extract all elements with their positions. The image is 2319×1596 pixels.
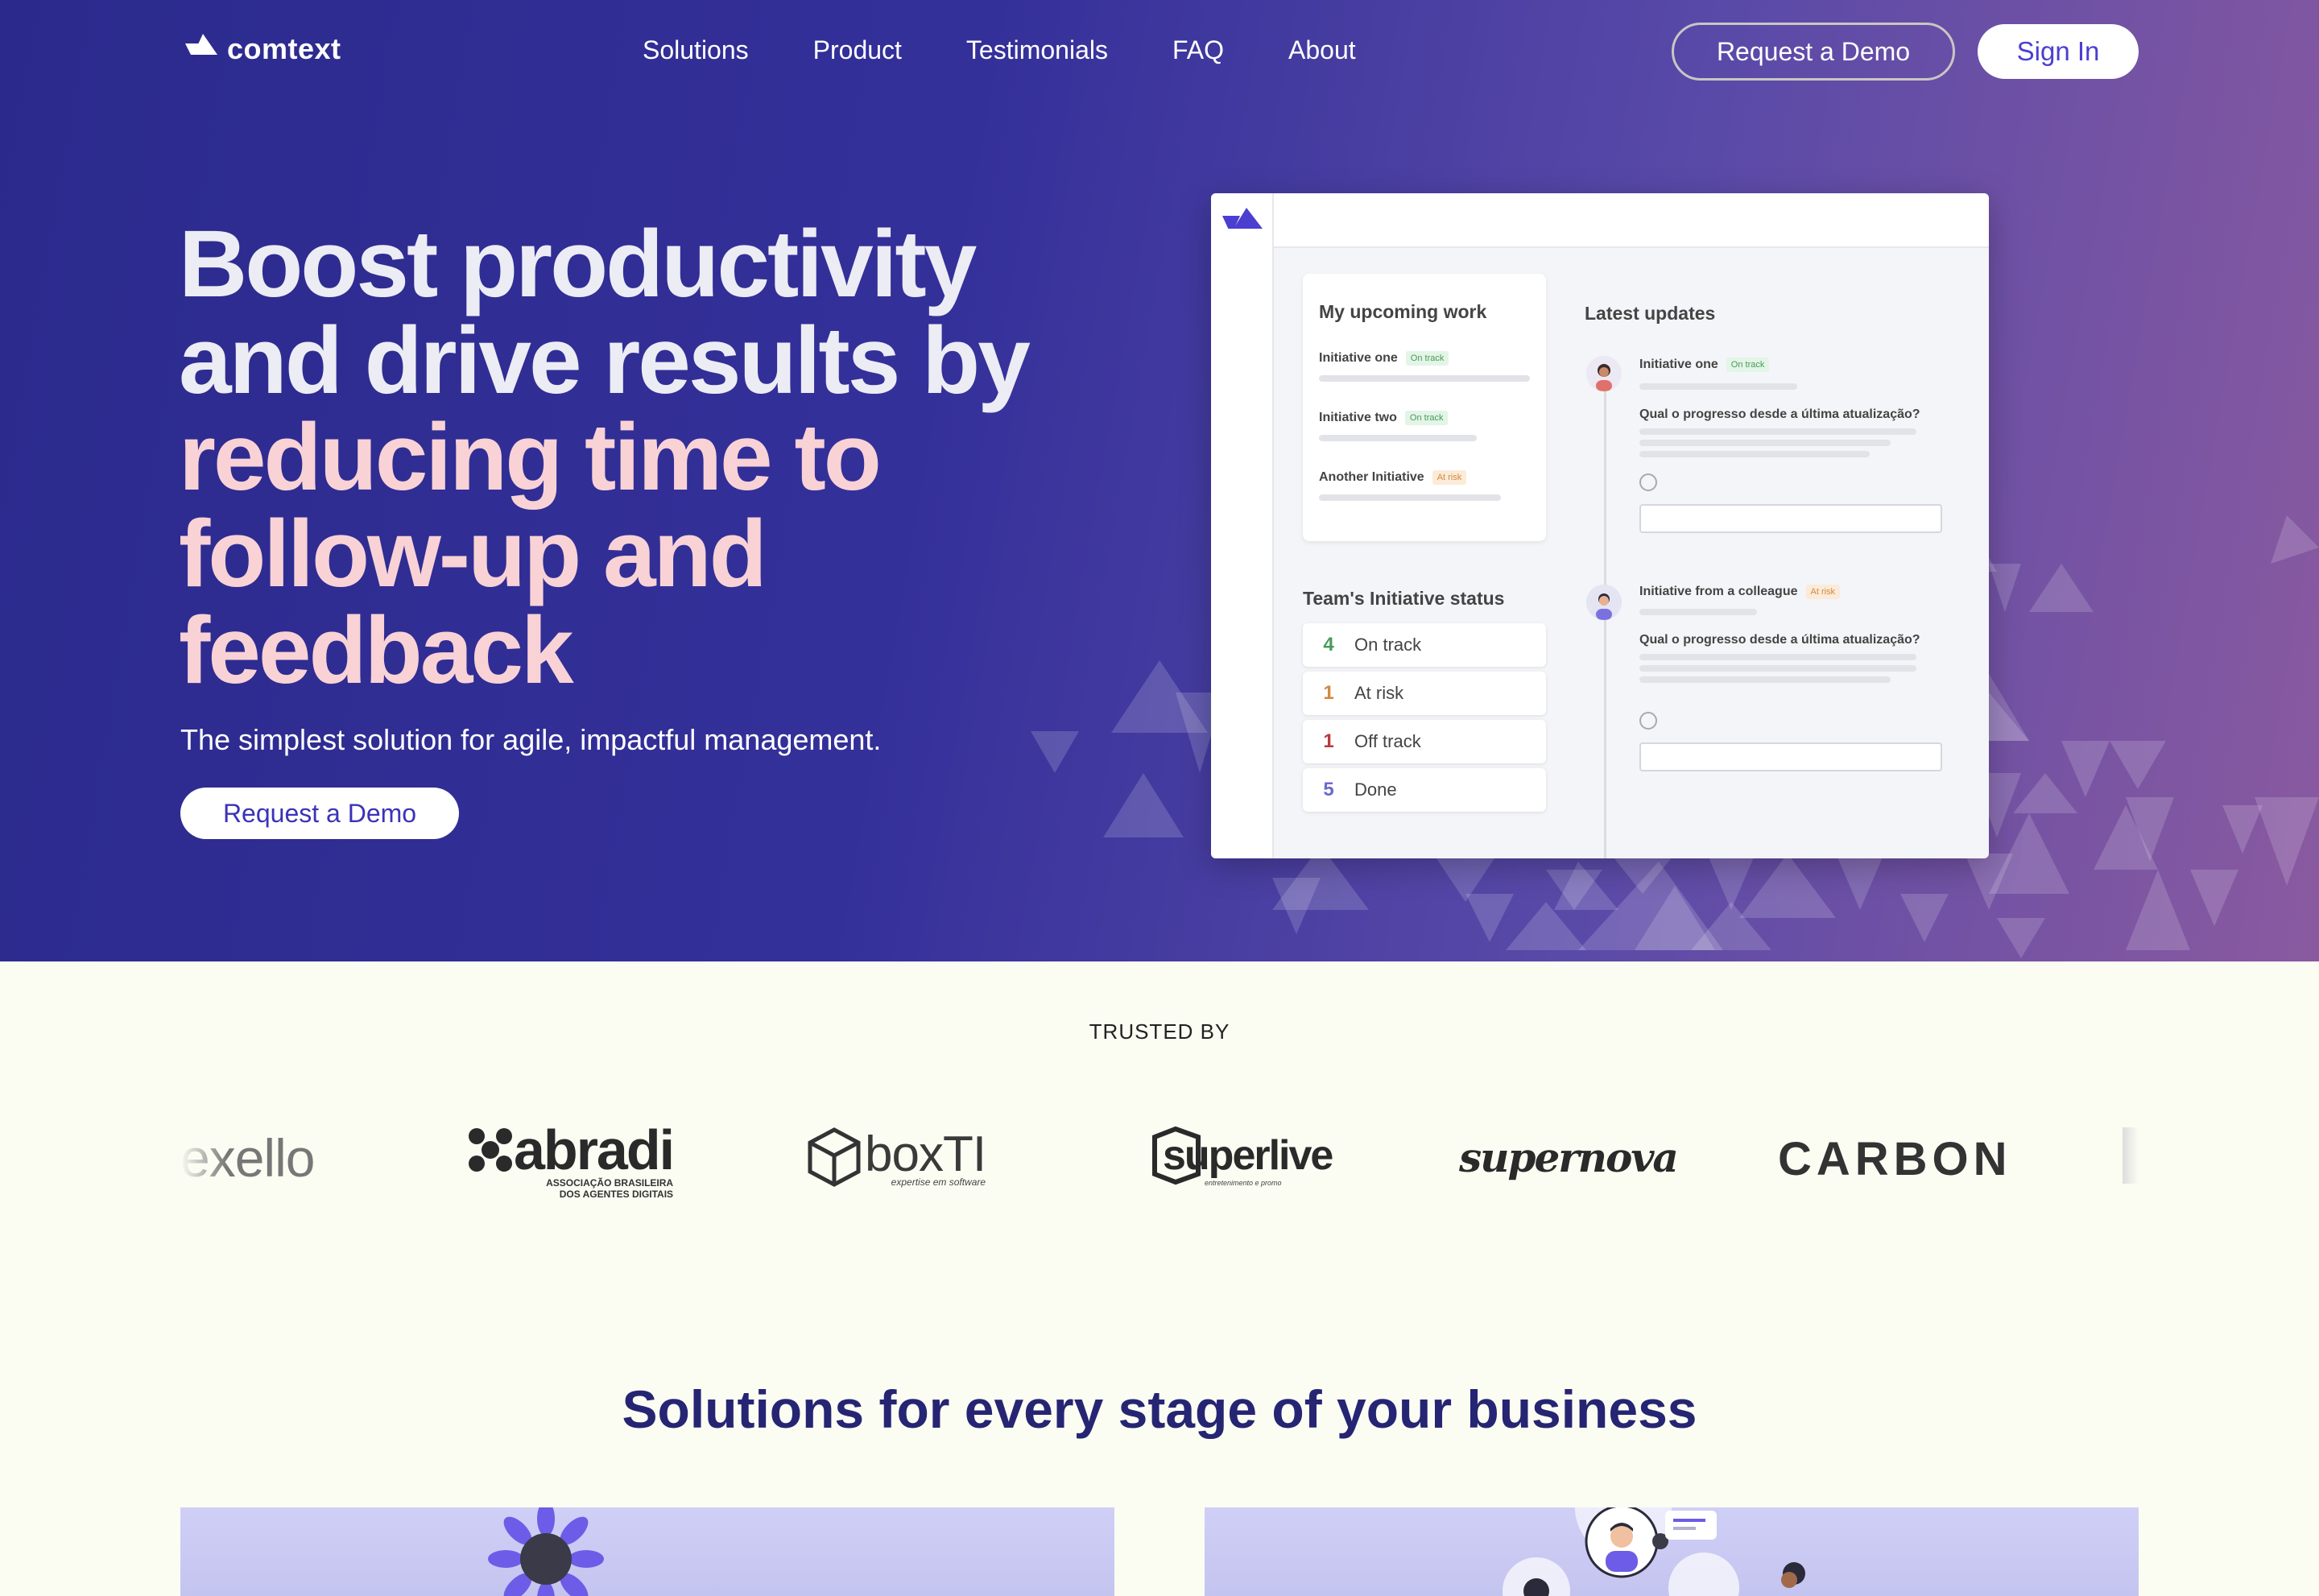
headline-line-3: reducing time to [179,404,882,511]
abradi-tagline-1: ASSOCIAÇÃO BRASILEIRA [546,1177,674,1189]
exello-logo: exello [180,1128,315,1188]
superlive-tagline: entretenimento e promo [1205,1179,1282,1187]
solutions-title: Solutions for every stage of your busine… [622,1379,1697,1439]
status-count: 5 [1323,779,1334,800]
top-nav: comtext Solutions Product Testimonials F… [0,0,2319,105]
upcoming-work-title: My upcoming work [1319,301,1487,322]
team-status-row[interactable]: 1 At risk [1303,672,1546,715]
update-question: Qual o progresso desde a última atualiza… [1639,633,1920,647]
team-status-row[interactable]: 4 On track [1303,623,1546,667]
nav-link-solutions[interactable]: Solutions [643,35,749,65]
superlive-wordmark: superlive [1163,1132,1333,1179]
user-avatar [1586,356,1622,391]
sign-in-button[interactable]: Sign In [1978,24,2139,79]
boxti-cube-icon [808,1127,861,1187]
boxti-logo: boxTI expertise em software [807,1126,986,1188]
carbon-logo: CARBON [1778,1133,2012,1185]
status-pill: On track [1404,411,1449,425]
boxti-wordmark: boxTI [865,1127,986,1182]
user-avatar [1586,585,1622,620]
placeholder-bar [1639,676,1891,683]
placeholder-bar [1319,435,1477,441]
mockup-topbar [1274,193,1989,248]
status-label: Done [1354,779,1397,800]
emoji-reaction-icon[interactable] [1639,712,1657,730]
update-title-label: Initiative from a colleague [1639,585,1798,599]
placeholder-bar [1639,383,1797,390]
update-title[interactable]: Initiative one On track [1639,358,1770,372]
superlive-logo: superlive entretenimento e promo [1151,1126,1333,1187]
status-label: At risk [1354,683,1404,703]
nav-link-testimonials[interactable]: Testimonials [966,35,1108,65]
abradi-logo: abradi ASSOCIAÇÃO BRASILEIRA DOS AGENTES… [467,1118,675,1200]
brand-name: comtext [227,32,341,65]
upcoming-item[interactable]: Initiative two On track [1319,411,1449,425]
request-demo-hero-button[interactable]: Request a Demo [180,788,459,839]
solution-card-2[interactable] [1205,1507,2139,1596]
nav-links: Solutions Product Testimonials FAQ About [643,35,1420,65]
headline-line-2: and drive results by [179,308,1031,414]
status-pill: At risk [1432,470,1467,485]
status-pill: On track [1726,358,1770,372]
upcoming-work-card: My upcoming work Initiative one On track … [1303,274,1546,541]
brand-logo[interactable]: comtext [182,31,341,68]
trusted-by-label: TRUSTED BY [1089,1019,1230,1044]
supernova-logo: supernova [1459,1134,1679,1181]
status-pill: At risk [1805,585,1841,599]
latest-updates-title: Latest updates [1585,303,1716,324]
abradi-tagline-2: DOS AGENTES DIGITAIS [559,1189,674,1200]
status-label: Off track [1354,731,1421,751]
mockup-sidebar [1211,193,1274,858]
mockup-logo-icon [1222,208,1263,238]
update-title[interactable]: Initiative from a colleague At risk [1639,585,1841,599]
update-reply-input[interactable] [1639,742,1942,771]
nav-link-product[interactable]: Product [813,35,902,65]
placeholder-bar [1319,494,1501,501]
placeholder-bar [1639,665,1916,672]
headline-line-4: follow-up and [179,501,767,607]
headline-line-1: Boost productivity [179,211,977,317]
upcoming-item-label: Another Initiative [1319,470,1424,485]
upcoming-item[interactable]: Initiative one On track [1319,351,1449,366]
headline-line-5: feedback [179,597,574,704]
hero-subtitle: The simplest solution for agile, impactf… [180,723,882,756]
placeholder-bar [1639,654,1916,660]
status-count: 1 [1323,730,1334,752]
team-status-row[interactable]: 1 Off track [1303,720,1546,763]
placeholder-bar [1319,375,1530,382]
app-mockup: My upcoming work Initiative one On track … [1211,193,1989,858]
team-illustration-icon [1503,1507,1805,1596]
nav-link-about[interactable]: About [1288,35,1356,65]
placeholder-bar [1639,451,1870,457]
status-pill: On track [1405,351,1449,366]
team-status-title: Team's Initiative status [1303,588,1505,609]
status-label: On track [1354,635,1422,655]
placeholder-bar [1639,609,1757,615]
hero-section: comtext Solutions Product Testimonials F… [0,0,2319,961]
upcoming-item-label: Initiative two [1319,411,1397,425]
upcoming-item[interactable]: Another Initiative At risk [1319,470,1467,485]
status-count: 1 [1323,682,1334,704]
flower-illustration-icon [488,1507,604,1596]
abradi-wordmark: abradi [514,1118,675,1181]
update-reply-input[interactable] [1639,504,1942,533]
solution-card-1[interactable] [180,1507,1114,1596]
update-title-label: Initiative one [1639,358,1718,372]
nav-link-faq[interactable]: FAQ [1172,35,1224,65]
team-status-row[interactable]: 5 Done [1303,768,1546,812]
emoji-reaction-icon[interactable] [1639,473,1657,491]
abradi-mark-icon [469,1128,512,1172]
hero-headline: Boost productivity and drive results by … [179,216,1105,699]
placeholder-bar [1639,440,1891,446]
status-count: 4 [1323,634,1334,655]
update-question: Qual o progresso desde a última atualiza… [1639,407,1920,421]
upcoming-item-label: Initiative one [1319,351,1398,366]
logo-carousel-edge [2123,1127,2139,1184]
placeholder-bar [1639,428,1916,435]
request-demo-nav-button[interactable]: Request a Demo [1672,23,1955,81]
client-logos: exello abradi ASSOCIAÇÃO BRASILEIRA DOS … [180,1111,2139,1208]
comtext-logo-icon [185,34,217,63]
